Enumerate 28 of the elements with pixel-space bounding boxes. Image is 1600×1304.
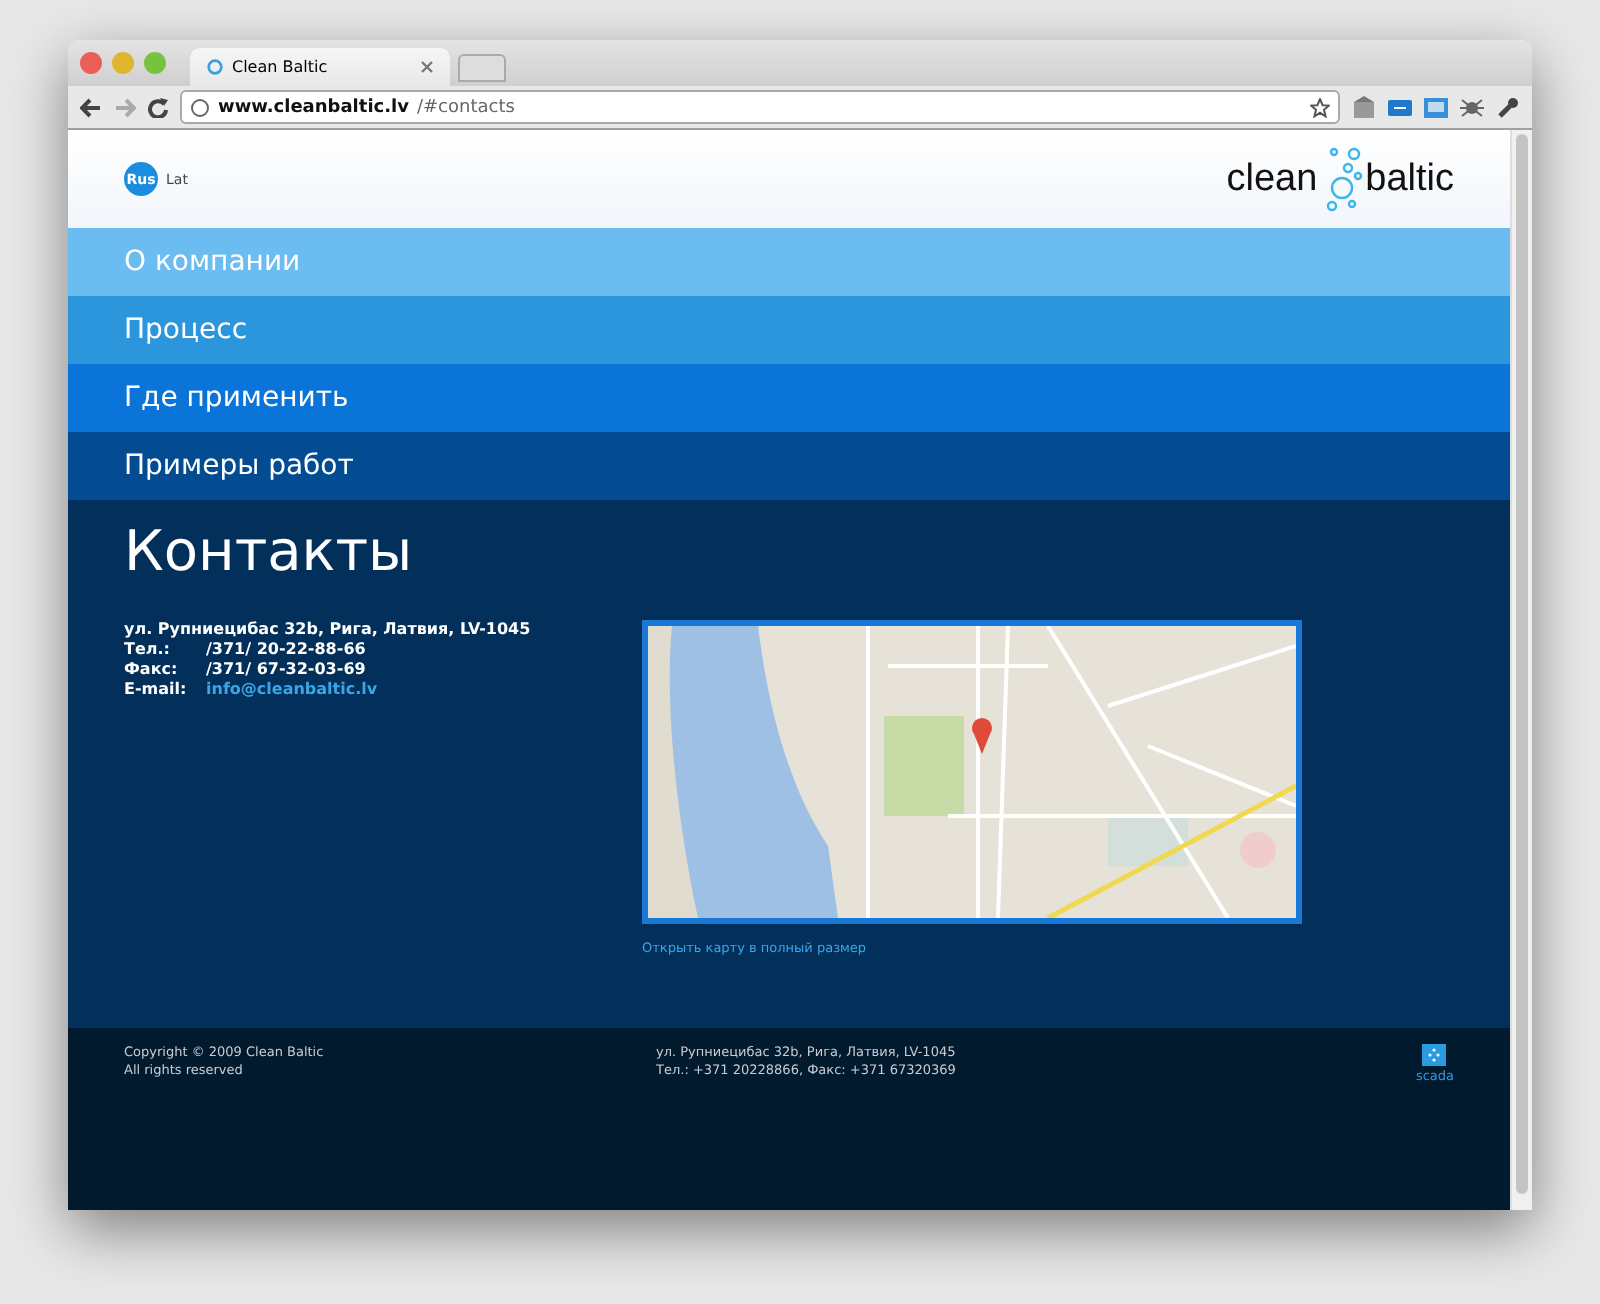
address-bar[interactable]: www.cleanbaltic.lv /#contacts [180,90,1340,124]
address-text: ул. Рупниецибас 32b, Рига, Латвия, LV-1045 [124,620,533,640]
nav-item[interactable]: Процесс [68,296,1510,364]
email-link[interactable]: info@cleanbaltic.lv [206,680,378,700]
nav-item[interactable]: Где применить [68,364,1510,432]
loading-icon [206,58,224,76]
extension-icon[interactable] [1352,95,1376,119]
field-value: /371/ 20-22-88-66 [206,640,366,660]
close-icon[interactable] [420,60,434,74]
reload-icon[interactable] [148,97,168,117]
globe-icon [190,97,210,117]
scrollbar[interactable] [1516,134,1528,1194]
page-title: Контакты [124,516,415,588]
field-label: E-mail: [124,680,189,700]
nav-item[interactable]: Примеры работ [68,432,1510,500]
logo[interactable]: clean baltic [1226,143,1454,215]
star-icon[interactable] [1310,97,1330,117]
close-icon[interactable] [80,52,102,74]
field-label: Факс: [124,660,180,680]
back-icon[interactable] [80,97,102,117]
wrench-icon[interactable] [1496,95,1520,119]
extension-icon[interactable] [1424,95,1448,119]
browser-tab[interactable]: Clean Baltic [190,48,450,86]
field-label: Тел.: [124,640,172,660]
extension-icon[interactable] [1388,95,1412,119]
field-value: /371/ 67-32-03-69 [206,660,366,680]
bug-icon[interactable] [1460,95,1484,119]
map-drawing[interactable] [642,620,1302,924]
